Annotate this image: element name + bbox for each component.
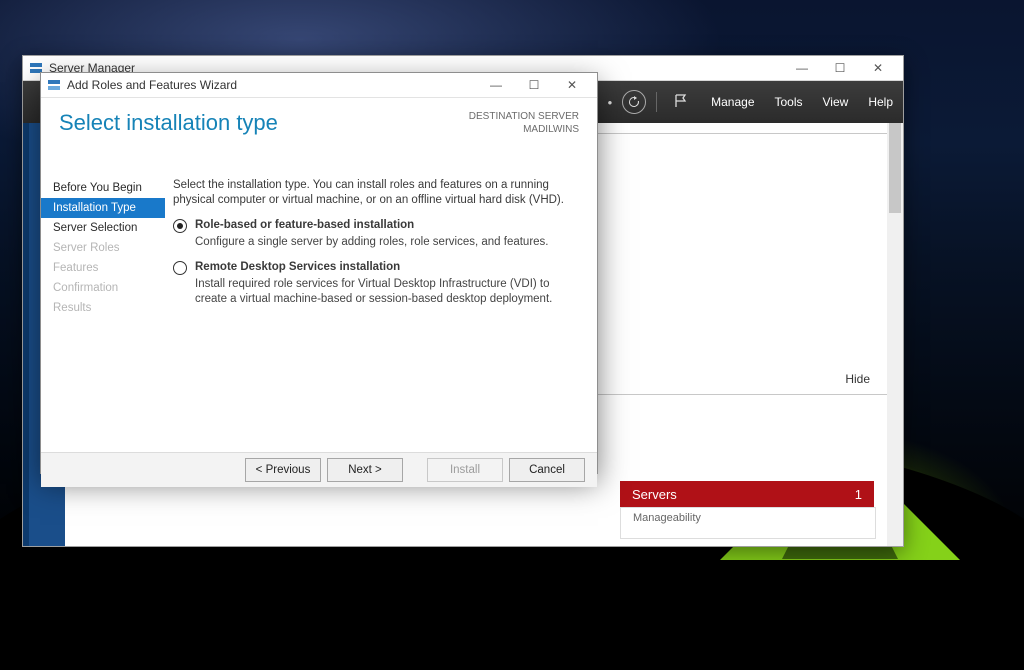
wizard-heading: Select installation type — [59, 110, 278, 136]
scrollbar[interactable] — [887, 123, 903, 546]
servers-tile-count: 1 — [855, 487, 862, 502]
next-button[interactable]: Next > — [327, 458, 403, 482]
wizard-footer: < Previous Next > Install Cancel — [41, 452, 597, 487]
wizard-main: Select the installation type. You can in… — [165, 172, 597, 452]
wizard-close-button[interactable]: ✕ — [553, 73, 591, 97]
wizard-title: Add Roles and Features Wizard — [67, 78, 237, 92]
cancel-button[interactable]: Cancel — [509, 458, 585, 482]
step-installation-type[interactable]: Installation Type — [41, 198, 165, 218]
menu-help[interactable]: Help — [868, 95, 893, 109]
option-role-based-desc: Configure a single server by adding role… — [195, 235, 577, 250]
notifications-flag-icon[interactable] — [673, 93, 691, 111]
wizard-steps: Before You Begin Installation Type Serve… — [41, 172, 165, 452]
add-roles-wizard: Add Roles and Features Wizard — ☐ ✕ Sele… — [40, 72, 598, 474]
radio-selected-icon[interactable] — [173, 219, 187, 233]
step-before-you-begin[interactable]: Before You Begin — [41, 178, 165, 198]
option-rds[interactable]: Remote Desktop Services installation — [173, 260, 577, 275]
maximize-button[interactable]: ☐ — [821, 56, 859, 80]
wizard-titlebar[interactable]: Add Roles and Features Wizard — ☐ ✕ — [41, 73, 597, 98]
menu-manage[interactable]: Manage — [711, 95, 754, 109]
option-role-based-title: Role-based or feature-based installation — [195, 218, 414, 233]
previous-button[interactable]: < Previous — [245, 458, 321, 482]
toolbar-separator — [656, 92, 657, 112]
minimize-button[interactable]: — — [783, 56, 821, 80]
hide-link[interactable]: Hide — [845, 372, 870, 386]
menu-tools[interactable]: Tools — [775, 95, 803, 109]
install-button: Install — [427, 458, 503, 482]
menu-view[interactable]: View — [823, 95, 849, 109]
toolbar-bullet: • — [608, 95, 613, 110]
step-confirmation: Confirmation — [41, 278, 165, 298]
step-server-roles: Server Roles — [41, 238, 165, 258]
step-features: Features — [41, 258, 165, 278]
refresh-icon[interactable] — [622, 90, 646, 114]
option-rds-desc: Install required role services for Virtu… — [195, 277, 577, 307]
step-results: Results — [41, 298, 165, 318]
wizard-icon — [47, 78, 61, 92]
close-button[interactable]: ✕ — [859, 56, 897, 80]
wizard-header: Select installation type DESTINATION SER… — [41, 98, 597, 172]
wizard-intro: Select the installation type. You can in… — [173, 178, 577, 208]
destination-label: DESTINATION SERVER — [469, 110, 579, 123]
servers-tile-label: Servers — [632, 487, 677, 502]
destination-block: DESTINATION SERVER MADILWINS — [469, 110, 579, 136]
destination-value: MADILWINS — [469, 123, 579, 136]
wizard-minimize-button[interactable]: — — [477, 73, 515, 97]
option-rds-title: Remote Desktop Services installation — [195, 260, 400, 275]
step-server-selection[interactable]: Server Selection — [41, 218, 165, 238]
option-role-based[interactable]: Role-based or feature-based installation — [173, 218, 577, 233]
radio-unselected-icon[interactable] — [173, 261, 187, 275]
scrollbar-thumb[interactable] — [889, 123, 901, 213]
servers-tile[interactable]: Servers 1 — [620, 481, 874, 507]
wizard-maximize-button[interactable]: ☐ — [515, 73, 553, 97]
servers-tile-sub: Manageability — [620, 507, 876, 539]
